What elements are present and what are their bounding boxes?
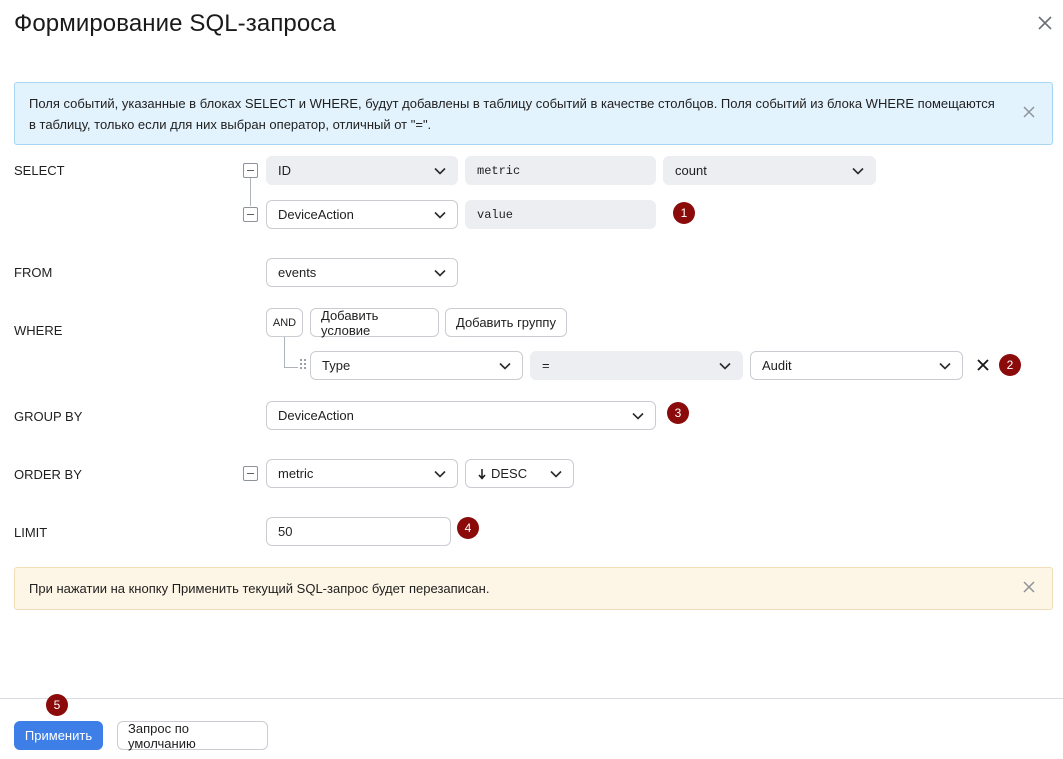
where-operator-dropdown[interactable]: = <box>530 351 743 380</box>
limit-label: LIMIT <box>14 525 48 540</box>
where-value-dropdown[interactable]: Audit <box>750 351 963 380</box>
from-label: FROM <box>14 265 53 280</box>
chevron-down-icon <box>632 412 644 420</box>
callout-marker: 1 <box>673 202 695 224</box>
limit-input[interactable]: 50 <box>266 517 451 546</box>
add-group-button[interactable]: Добавить группу <box>445 308 567 337</box>
chevron-down-icon <box>434 167 446 175</box>
apply-button[interactable]: Применить <box>14 721 103 750</box>
info-banner-text: Поля событий, указанные в блоках SELECT … <box>29 96 995 132</box>
chevron-down-icon <box>499 362 511 370</box>
chevron-down-icon <box>434 211 446 219</box>
tree-connector <box>250 178 251 206</box>
info-banner: Поля событий, указанные в блоках SELECT … <box>14 82 1053 145</box>
close-icon[interactable] <box>1022 580 1040 598</box>
callout-marker: 3 <box>667 402 689 424</box>
select-aggregate-dropdown[interactable]: count <box>663 156 876 185</box>
warning-banner: При нажатии на кнопку Применить текущий … <box>14 567 1053 610</box>
tree-connector <box>284 367 298 368</box>
select-alias-input[interactable]: value <box>465 200 656 229</box>
chevron-down-icon <box>939 362 951 370</box>
remove-select-row-button[interactable] <box>243 207 258 222</box>
close-icon[interactable] <box>1037 15 1055 33</box>
warning-banner-text: При нажатии на кнопку Применить текущий … <box>29 581 490 596</box>
footer-divider <box>0 698 1063 699</box>
remove-select-row-button[interactable] <box>243 163 258 178</box>
chevron-down-icon <box>434 269 446 277</box>
close-icon[interactable] <box>1022 105 1040 123</box>
default-query-button[interactable]: Запрос по умолчанию <box>117 721 268 751</box>
callout-marker: 5 <box>46 694 68 716</box>
select-field-dropdown[interactable]: ID <box>266 156 458 185</box>
order-direction-dropdown[interactable]: DESC <box>465 459 574 488</box>
arrow-down-icon <box>478 468 486 480</box>
from-dropdown[interactable]: events <box>266 258 458 287</box>
chevron-down-icon <box>550 470 562 478</box>
group-by-dropdown[interactable]: DeviceAction <box>266 401 656 430</box>
chevron-down-icon <box>719 362 731 370</box>
tree-connector <box>284 337 285 368</box>
order-by-label: ORDER BY <box>14 467 82 482</box>
chevron-down-icon <box>434 470 446 478</box>
where-field-dropdown[interactable]: Type <box>310 351 523 380</box>
select-label: SELECT <box>14 163 65 178</box>
callout-marker: 2 <box>999 354 1021 376</box>
where-label: WHERE <box>14 323 63 338</box>
logic-operator-toggle[interactable]: AND <box>266 308 303 337</box>
callout-marker: 4 <box>457 517 479 539</box>
dialog-title: Формирование SQL-запроса <box>14 10 336 37</box>
select-field-dropdown[interactable]: DeviceAction <box>266 200 458 229</box>
order-by-field-dropdown[interactable]: metric <box>266 459 458 488</box>
select-alias-input[interactable]: metric <box>465 156 656 185</box>
group-by-label: GROUP BY <box>14 409 83 424</box>
remove-condition-icon[interactable] <box>976 358 994 376</box>
add-condition-button[interactable]: Добавить условие <box>310 308 439 338</box>
chevron-down-icon <box>852 167 864 175</box>
remove-order-row-button[interactable] <box>243 466 258 481</box>
drag-handle-icon[interactable] <box>300 359 306 369</box>
